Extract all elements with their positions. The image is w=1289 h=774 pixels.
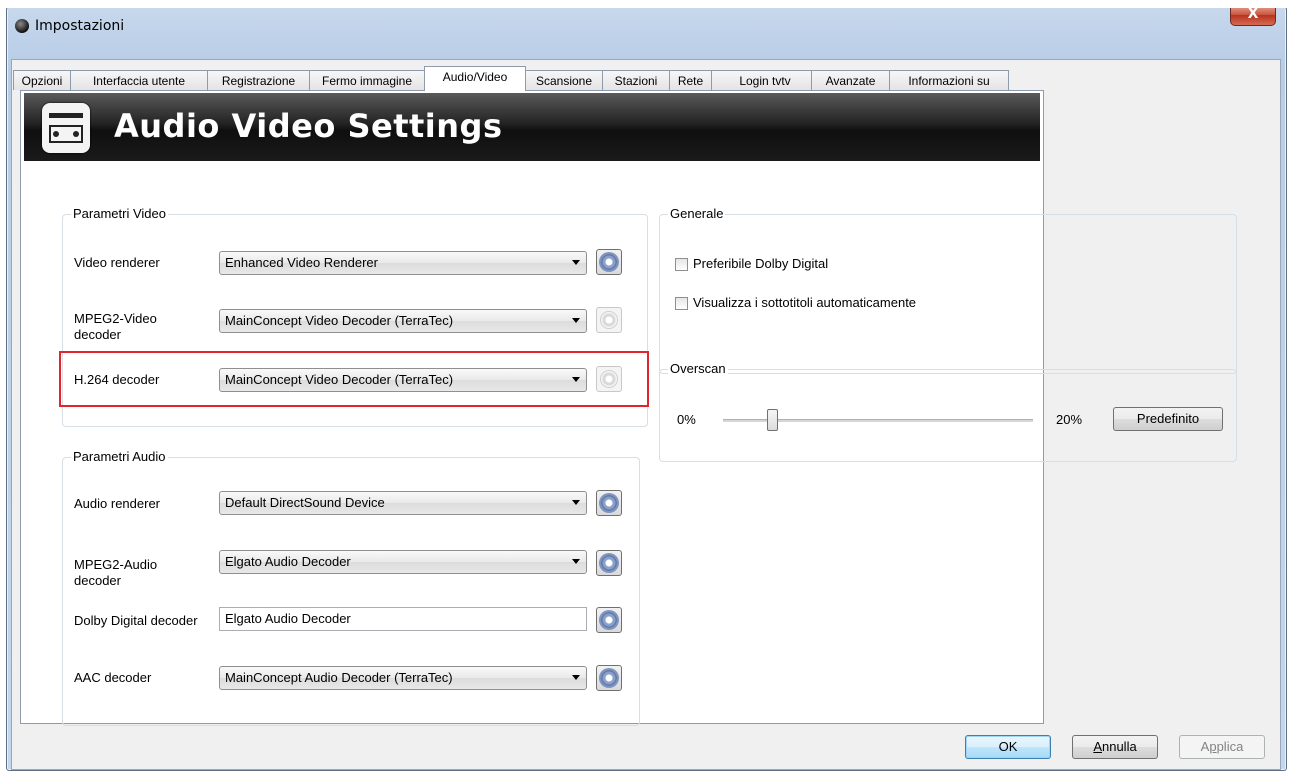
overscan-default-button[interactable]: Predefinito: [1113, 407, 1223, 431]
aac-decoder-select[interactable]: MainConcept Audio Decoder (TerraTec): [219, 666, 587, 690]
gear-icon: [601, 612, 617, 628]
overscan-legend: Overscan: [668, 361, 728, 376]
chevron-down-icon: [572, 318, 580, 323]
ok-button[interactable]: OK: [965, 735, 1051, 759]
mpeg2-audio-select[interactable]: Elgato Audio Decoder: [219, 550, 587, 574]
tab-scansione[interactable]: Scansione: [525, 70, 603, 90]
dolby-decoder-field[interactable]: Elgato Audio Decoder: [219, 607, 587, 631]
cropped-top-strip: [0, 0, 1289, 8]
mpeg2-video-label: MPEG2-Video decoder: [74, 311, 157, 342]
mpeg2-video-settings-button[interactable]: [596, 307, 622, 333]
mpeg2-audio-settings-button[interactable]: [596, 550, 622, 576]
chevron-down-icon: [572, 675, 580, 680]
gear-icon: [601, 555, 617, 571]
overscan-max-label: 20%: [1056, 412, 1083, 427]
overscan-min-label: 0%: [677, 412, 696, 427]
mpeg2-video-select[interactable]: MainConcept Video Decoder (TerraTec): [219, 309, 587, 333]
overscan-slider-thumb[interactable]: [767, 409, 778, 431]
auto-subtitles-label: Visualizza i sottotitoli automaticamente: [693, 295, 917, 310]
aac-decoder-value: MainConcept Audio Decoder (TerraTec): [225, 670, 453, 685]
video-renderer-settings-button[interactable]: [596, 249, 622, 275]
mpeg2-video-value: MainConcept Video Decoder (TerraTec): [225, 313, 454, 328]
tab-interfaccia-utente[interactable]: Interfaccia utente: [70, 70, 208, 90]
mpeg2-audio-label: MPEG2-Audio decoder: [74, 557, 158, 588]
tab-audio-video[interactable]: Audio/Video: [424, 66, 526, 91]
video-renderer-label: Video renderer: [74, 255, 160, 270]
general-group: Generale: [659, 206, 1237, 374]
tab-registrazione[interactable]: Registrazione: [207, 70, 310, 90]
audio-video-page: Audio Video Settings Parametri Video Vid…: [20, 90, 1237, 726]
general-legend: Generale: [668, 206, 726, 221]
settings-window: Impostazioni X Opzioni Interfaccia utent…: [6, 4, 1287, 771]
gear-icon: [601, 670, 617, 686]
auto-subtitles-checkbox[interactable]: [675, 297, 688, 310]
audio-params-legend: Parametri Audio: [71, 449, 168, 464]
chevron-down-icon: [572, 260, 580, 265]
video-renderer-value: Enhanced Video Renderer: [225, 255, 378, 270]
av-device-icon: [42, 103, 90, 153]
gear-icon: [601, 312, 617, 328]
dolby-decoder-settings-button[interactable]: [596, 607, 622, 633]
close-button[interactable]: X: [1230, 5, 1276, 26]
video-renderer-select[interactable]: Enhanced Video Renderer: [219, 251, 587, 275]
mpeg2-audio-value: Elgato Audio Decoder: [225, 554, 351, 569]
highlight-box: [59, 351, 649, 407]
cancel-button[interactable]: Annulla: [1072, 735, 1158, 759]
chevron-down-icon: [572, 559, 580, 564]
gear-icon: [601, 495, 617, 511]
app-icon: [15, 19, 29, 33]
dialog-client: Opzioni Interfaccia utente Registrazione…: [11, 59, 1281, 770]
aac-decoder-settings-button[interactable]: [596, 665, 622, 691]
gear-icon: [601, 254, 617, 270]
audio-renderer-label: Audio renderer: [74, 496, 160, 511]
video-params-legend: Parametri Video: [71, 206, 168, 221]
tab-opzioni[interactable]: Opzioni: [13, 70, 71, 90]
banner-title: Audio Video Settings: [114, 107, 503, 145]
dolby-pref-label: Preferibile Dolby Digital: [693, 256, 829, 271]
tab-avanzate[interactable]: Avanzate: [811, 70, 890, 90]
audio-renderer-settings-button[interactable]: [596, 490, 622, 516]
dolby-decoder-label: Dolby Digital decoder: [74, 613, 198, 628]
tab-rete[interactable]: Rete: [669, 70, 712, 90]
chevron-down-icon: [572, 500, 580, 505]
aac-decoder-label: AAC decoder: [74, 670, 152, 685]
tab-informazioni-su[interactable]: Informazioni su: [889, 70, 1009, 90]
tab-login-tvtv[interactable]: Login tvtv: [711, 70, 819, 90]
window-title: Impostazioni: [35, 18, 125, 34]
tab-fermo-immagine[interactable]: Fermo immagine: [309, 70, 425, 90]
banner: Audio Video Settings: [24, 93, 1040, 161]
title-bar: Impostazioni X: [7, 5, 1286, 51]
apply-button[interactable]: Applica: [1179, 735, 1265, 759]
audio-renderer-select[interactable]: Default DirectSound Device: [219, 491, 587, 515]
dolby-pref-checkbox[interactable]: [675, 258, 688, 271]
audio-renderer-value: Default DirectSound Device: [225, 495, 385, 510]
tab-stazioni[interactable]: Stazioni: [602, 70, 670, 90]
